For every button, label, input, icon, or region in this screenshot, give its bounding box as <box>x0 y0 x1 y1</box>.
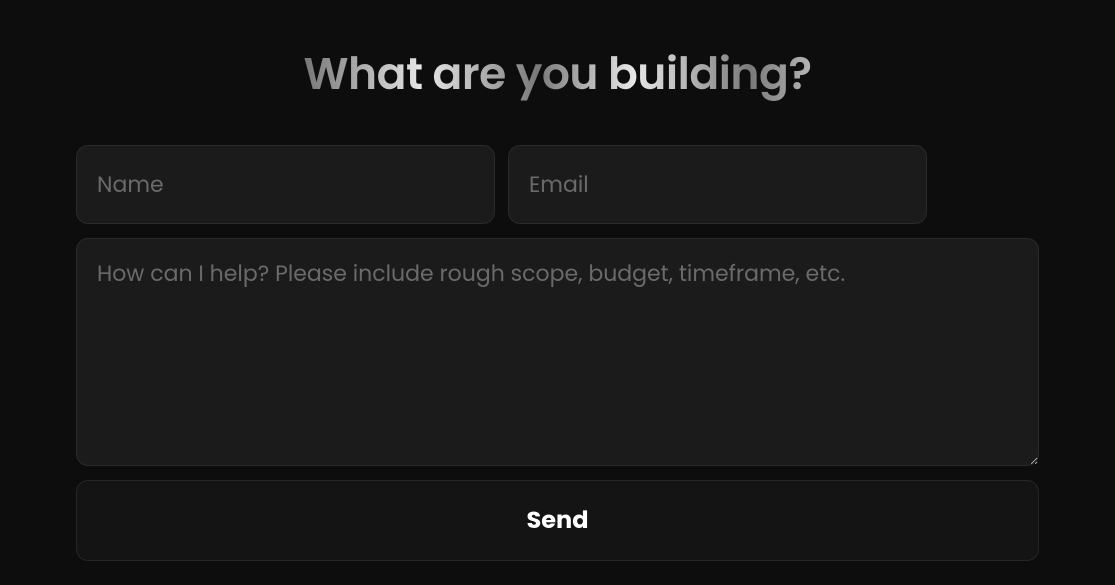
message-field[interactable] <box>76 238 1039 466</box>
page-title: What are you building? <box>76 42 1039 107</box>
email-field[interactable] <box>508 145 927 224</box>
name-field[interactable] <box>76 145 495 224</box>
send-button[interactable]: Send <box>76 480 1039 561</box>
input-row <box>76 145 1039 224</box>
contact-form-container: What are you building? Send <box>76 42 1039 561</box>
